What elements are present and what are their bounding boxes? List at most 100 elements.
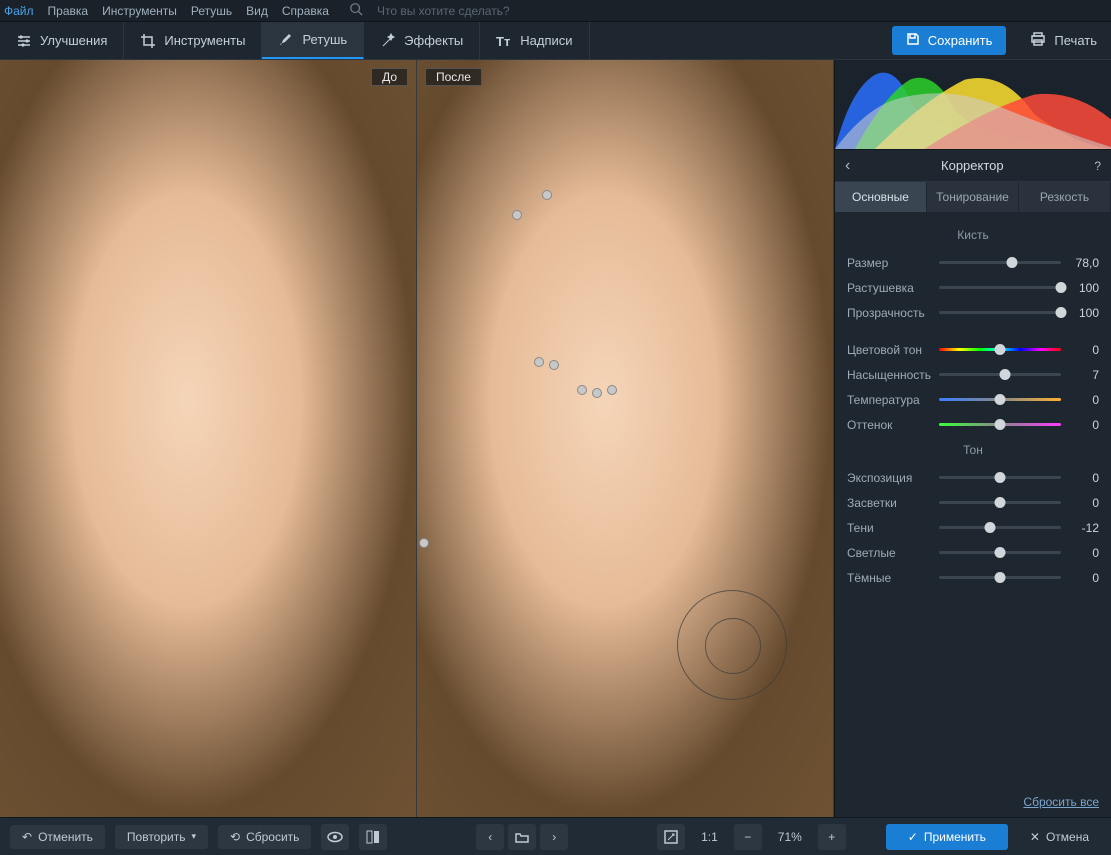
slider-thumb[interactable] — [985, 522, 996, 533]
close-icon: ✕ — [1030, 830, 1040, 844]
cancel-button[interactable]: ✕ Отмена — [1018, 825, 1101, 849]
slider-value: 0 — [1071, 546, 1099, 560]
slider-label: Оттенок — [847, 418, 929, 432]
slider-track[interactable] — [939, 551, 1061, 554]
menu-tools[interactable]: Инструменты — [102, 4, 177, 18]
slider-track[interactable] — [939, 501, 1061, 504]
retouch-point[interactable] — [592, 388, 602, 398]
slider-thumb[interactable] — [1007, 257, 1018, 268]
slider-label: Светлые — [847, 546, 929, 560]
retouch-point[interactable] — [549, 360, 559, 370]
subtab-sharp[interactable]: Резкость — [1019, 182, 1111, 212]
zoom-out-button[interactable]: − — [734, 824, 762, 850]
compare-button[interactable] — [359, 824, 387, 850]
retouch-point[interactable] — [607, 385, 617, 395]
save-label: Сохранить — [928, 33, 993, 48]
undo-button[interactable]: ↶ Отменить — [10, 825, 105, 849]
slider-track[interactable] — [939, 311, 1061, 314]
slider-track[interactable] — [939, 373, 1061, 376]
redo-button[interactable]: Повторить ▾ — [115, 825, 208, 849]
preview-before: До — [0, 60, 417, 817]
brush-cursor — [677, 590, 787, 700]
slider-track[interactable] — [939, 348, 1061, 351]
apply-button[interactable]: ✓ Применить — [886, 824, 1008, 850]
tab-tools[interactable]: Инструменты — [124, 22, 262, 59]
slider-track[interactable] — [939, 423, 1061, 426]
reset-all-link[interactable]: Сбросить все — [1023, 795, 1099, 809]
preview-area[interactable]: До После — [0, 60, 834, 817]
slider-label: Тени — [847, 521, 929, 535]
tone-slider-row: Светлые 0 — [847, 540, 1099, 565]
save-button[interactable]: Сохранить — [892, 26, 1007, 55]
section-tone: Тон — [847, 443, 1099, 457]
tab-label: Инструменты — [164, 33, 245, 48]
slider-track[interactable] — [939, 476, 1061, 479]
slider-value: 0 — [1071, 471, 1099, 485]
tone-slider-row: Экспозиция 0 — [847, 465, 1099, 490]
menu-retouch[interactable]: Ретушь — [191, 4, 232, 18]
retouch-point[interactable] — [542, 190, 552, 200]
help-button[interactable]: ? — [1094, 159, 1101, 173]
retouch-point[interactable] — [577, 385, 587, 395]
fit-screen-button[interactable] — [657, 824, 685, 850]
slider-value: 0 — [1071, 496, 1099, 510]
next-image-button[interactable]: › — [540, 824, 568, 850]
tone-slider-row: Тёмные0 — [847, 565, 1099, 590]
slider-thumb[interactable] — [1056, 307, 1067, 318]
tab-enhancements[interactable]: Улучшения — [0, 22, 124, 59]
slider-thumb[interactable] — [995, 547, 1006, 558]
print-button[interactable]: Печать — [1016, 26, 1111, 55]
reset-button[interactable]: ⟲ Сбросить — [218, 825, 311, 849]
main-toolbar: Улучшения Инструменты Ретушь Эффекты Tᴛ … — [0, 22, 1111, 60]
color-slider-row: Оттенок0 — [847, 412, 1099, 437]
retouch-point[interactable] — [419, 538, 429, 548]
menu-help[interactable]: Справка — [282, 4, 329, 18]
slider-thumb[interactable] — [995, 344, 1006, 355]
slider-thumb[interactable] — [995, 472, 1006, 483]
brush-slider-row: Размер78,0 — [847, 250, 1099, 275]
tab-text[interactable]: Tᴛ Надписи — [480, 22, 589, 59]
search-placeholder[interactable]: Что вы хотите сделать? — [377, 4, 510, 18]
menu-edit[interactable]: Правка — [48, 4, 89, 18]
slider-track[interactable] — [939, 526, 1061, 529]
slider-thumb[interactable] — [995, 572, 1006, 583]
slider-value: 0 — [1071, 343, 1099, 357]
redo-label: Повторить — [127, 830, 186, 844]
check-icon: ✓ — [908, 830, 918, 844]
undo-label: Отменить — [38, 830, 93, 844]
slider-label: Засветки — [847, 496, 929, 510]
subtab-toning[interactable]: Тонирование — [927, 182, 1019, 212]
subtab-basic[interactable]: Основные — [835, 182, 927, 212]
slider-track[interactable] — [939, 576, 1061, 579]
slider-thumb[interactable] — [999, 369, 1010, 380]
slider-thumb[interactable] — [995, 419, 1006, 430]
browse-button[interactable] — [508, 824, 536, 850]
zoom-value: 71% — [772, 830, 808, 844]
tab-retouch[interactable]: Ретушь — [262, 22, 364, 59]
preview-after[interactable]: После — [417, 60, 834, 817]
retouch-point[interactable] — [534, 357, 544, 367]
slider-track[interactable] — [939, 261, 1061, 264]
menu-view[interactable]: Вид — [246, 4, 268, 18]
search-icon[interactable] — [349, 2, 363, 19]
slider-track[interactable] — [939, 398, 1061, 401]
tab-label: Ретушь — [302, 32, 347, 47]
panel-header: ‹ Корректор ? — [835, 150, 1111, 182]
panel-footer: Сбросить все — [835, 787, 1111, 817]
preview-toggle-button[interactable] — [321, 824, 349, 850]
slider-label: Насыщенность — [847, 368, 929, 382]
brush-slider-row: Растушевка100 — [847, 275, 1099, 300]
slider-track[interactable] — [939, 286, 1061, 289]
retouch-point[interactable] — [512, 210, 522, 220]
wand-icon — [380, 33, 396, 49]
prev-image-button[interactable]: ‹ — [476, 824, 504, 850]
slider-thumb[interactable] — [995, 394, 1006, 405]
menu-file[interactable]: Файл — [4, 4, 34, 18]
slider-thumb[interactable] — [1056, 282, 1067, 293]
zoom-fit-label[interactable]: 1:1 — [695, 830, 724, 844]
tab-effects[interactable]: Эффекты — [364, 22, 480, 59]
histogram[interactable] — [835, 60, 1111, 150]
slider-label: Экспозиция — [847, 471, 929, 485]
zoom-in-button[interactable]: + — [818, 824, 846, 850]
slider-thumb[interactable] — [995, 497, 1006, 508]
